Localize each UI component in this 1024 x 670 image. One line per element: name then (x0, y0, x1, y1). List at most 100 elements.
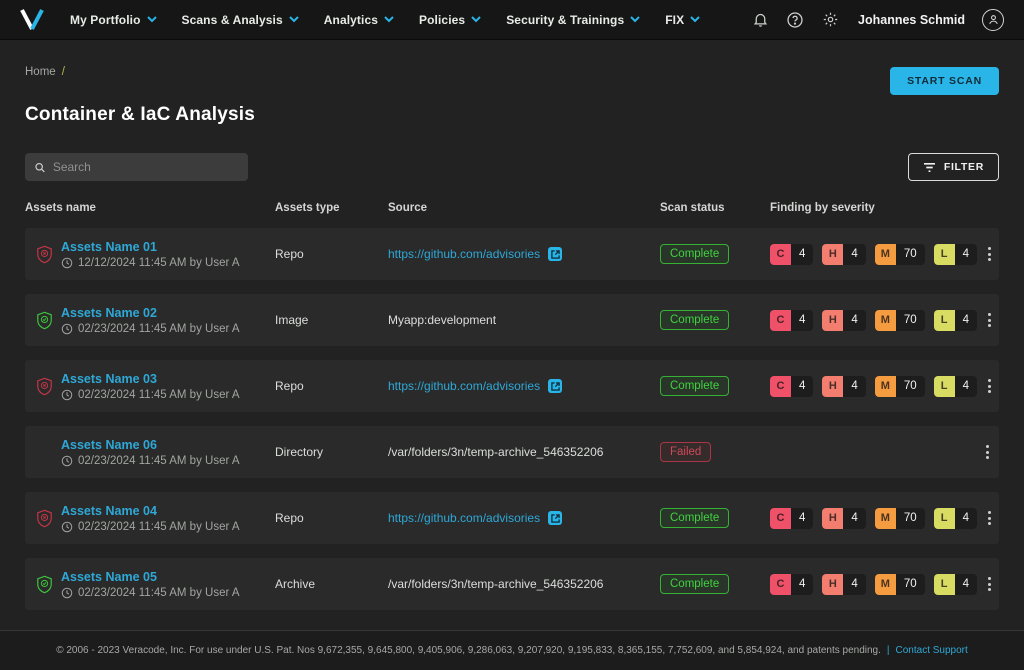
scan-status-badge: Complete (660, 376, 729, 396)
timestamp-text: 12/12/2024 11:45 AM by User A (78, 257, 240, 269)
external-link-icon[interactable] (548, 247, 562, 261)
menu-fix[interactable]: FIX (665, 13, 700, 27)
scan-status-badge: Complete (660, 244, 729, 264)
asset-source: https://github.com/advisories (388, 511, 660, 525)
severity-C-badge: C4 (770, 574, 813, 595)
nav-right-cluster: Johannes Schmid (751, 9, 1004, 31)
table-header: Assets name Assets type Source Scan stat… (25, 198, 999, 218)
chevron-down-icon (690, 16, 700, 23)
menu-scans-analysis[interactable]: Scans & Analysis (182, 13, 299, 27)
scan-timestamp: 02/23/2024 11:45 AM by User A (61, 521, 240, 533)
table-row[interactable]: Assets Name 05 02/23/2024 11:45 AM by Us… (25, 558, 999, 610)
severity-H-badge: H4 (822, 244, 865, 265)
external-link-icon[interactable] (548, 379, 562, 393)
row-menu-button[interactable] (977, 243, 1001, 265)
severity-badges: C4 H4 M70 L4 (770, 574, 977, 595)
asset-type: Repo (275, 247, 388, 261)
filter-button[interactable]: FILTER (908, 153, 999, 181)
asset-type: Repo (275, 379, 388, 393)
table-row[interactable]: Assets Name 01 12/12/2024 11:45 AM by Us… (25, 228, 999, 280)
table-row[interactable]: Assets Name 02 02/23/2024 11:45 AM by Us… (25, 294, 999, 346)
search-icon (34, 161, 46, 174)
source-link[interactable]: https://github.com/advisories (388, 511, 540, 525)
asset-source: https://github.com/advisories (388, 379, 660, 393)
severity-M-badge: M70 (875, 574, 925, 595)
severity-L-badge: L4 (934, 376, 977, 397)
timestamp-text: 02/23/2024 11:45 AM by User A (78, 521, 240, 533)
scan-status-badge: Complete (660, 508, 729, 528)
source-link[interactable]: https://github.com/advisories (388, 247, 540, 261)
start-scan-button[interactable]: START SCAN (890, 67, 999, 95)
severity-C-badge: C4 (770, 310, 813, 331)
asset-source: /var/folders/3n/temp-archive_546352206 (388, 577, 660, 591)
asset-type: Image (275, 313, 388, 327)
timestamp-text: 02/23/2024 11:45 AM by User A (78, 587, 240, 599)
table-row[interactable]: Assets Name 06 02/23/2024 11:45 AM by Us… (25, 426, 999, 478)
table-row[interactable]: Assets Name 03 02/23/2024 11:45 AM by Us… (25, 360, 999, 412)
asset-type: Directory (275, 445, 388, 459)
breadcrumb-home[interactable]: Home (25, 66, 56, 78)
source-path: /var/folders/3n/temp-archive_546352206 (388, 445, 603, 459)
source-path: /var/folders/3n/temp-archive_546352206 (388, 577, 603, 591)
severity-C-badge: C4 (770, 244, 813, 265)
gear-icon[interactable] (821, 11, 839, 29)
menu-security-trainings[interactable]: Security & Trainings (506, 13, 640, 27)
breadcrumb: Home / (25, 66, 65, 78)
row-menu-button[interactable] (977, 309, 1001, 331)
external-link-icon[interactable] (548, 511, 562, 525)
row-menu-button[interactable] (977, 375, 1001, 397)
asset-name-link[interactable]: Assets Name 03 (61, 372, 240, 386)
severity-L-badge: L4 (934, 244, 977, 265)
severity-badges: C4H4M70L4 (770, 310, 977, 331)
scan-timestamp: 02/23/2024 11:45 AM by User A (61, 587, 240, 599)
chevron-down-icon (289, 16, 299, 23)
search-box (25, 153, 248, 181)
source-link[interactable]: https://github.com/advisories (388, 379, 540, 393)
severity-badges: C4H4M70L4 (770, 508, 977, 529)
row-menu-button[interactable] (977, 573, 1001, 595)
scan-timestamp: 02/23/2024 11:45 AM by User A (61, 389, 240, 401)
bell-icon[interactable] (751, 11, 769, 29)
row-menu-button[interactable] (977, 507, 1001, 529)
main-menu: My Portfolio Scans & Analysis Analytics … (70, 13, 700, 27)
contact-support-link[interactable]: Contact Support (896, 645, 968, 656)
menu-my-portfolio[interactable]: My Portfolio (70, 13, 157, 27)
help-icon[interactable] (786, 11, 804, 29)
column-header-assets-name: Assets name (25, 202, 275, 214)
table-row[interactable]: Assets Name 04 02/23/2024 11:45 AM by Us… (25, 492, 999, 544)
clock-icon (61, 257, 73, 269)
chevron-down-icon (471, 16, 481, 23)
menu-analytics[interactable]: Analytics (324, 13, 394, 27)
timestamp-text: 02/23/2024 11:45 AM by User A (78, 323, 240, 335)
copyright-text: © 2006 - 2023 Veracode, Inc. For use und… (56, 645, 881, 656)
column-header-finding-severity: Finding by severity (770, 202, 975, 214)
shield-check-icon (36, 575, 53, 594)
search-input[interactable] (53, 160, 239, 174)
asset-name-link[interactable]: Assets Name 06 (61, 438, 240, 452)
severity-M-badge: M70 (875, 244, 925, 265)
severity-badges: C4 H4 M70 L4 (770, 244, 977, 265)
scan-status-badge: Complete (660, 574, 729, 594)
asset-name-link[interactable]: Assets Name 04 (61, 504, 240, 518)
severity-M-badge: M70 (875, 310, 925, 331)
severity-H-badge: H4 (822, 574, 865, 595)
asset-name-link[interactable]: Assets Name 01 (61, 240, 240, 254)
asset-source: https://github.com/advisories (388, 247, 660, 261)
asset-source: /var/folders/3n/temp-archive_546352206 (388, 445, 660, 459)
shield-alert-icon (36, 245, 53, 264)
asset-name-link[interactable]: Assets Name 05 (61, 570, 240, 584)
clock-icon (61, 389, 73, 401)
column-header-scan-status: Scan status (660, 202, 770, 214)
row-menu-button[interactable] (975, 441, 999, 463)
avatar[interactable] (982, 9, 1004, 31)
severity-L-badge: L4 (934, 574, 977, 595)
severity-L-badge: L4 (934, 310, 977, 331)
asset-name-link[interactable]: Assets Name 02 (61, 306, 240, 320)
severity-M-badge: M70 (875, 508, 925, 529)
page-title: Container & IaC Analysis (25, 104, 999, 126)
veracode-logo-icon[interactable] (20, 9, 44, 31)
severity-H-badge: H4 (822, 376, 865, 397)
menu-policies[interactable]: Policies (419, 13, 481, 27)
chevron-down-icon (630, 16, 640, 23)
table-rows: Assets Name 01 12/12/2024 11:45 AM by Us… (25, 228, 999, 610)
